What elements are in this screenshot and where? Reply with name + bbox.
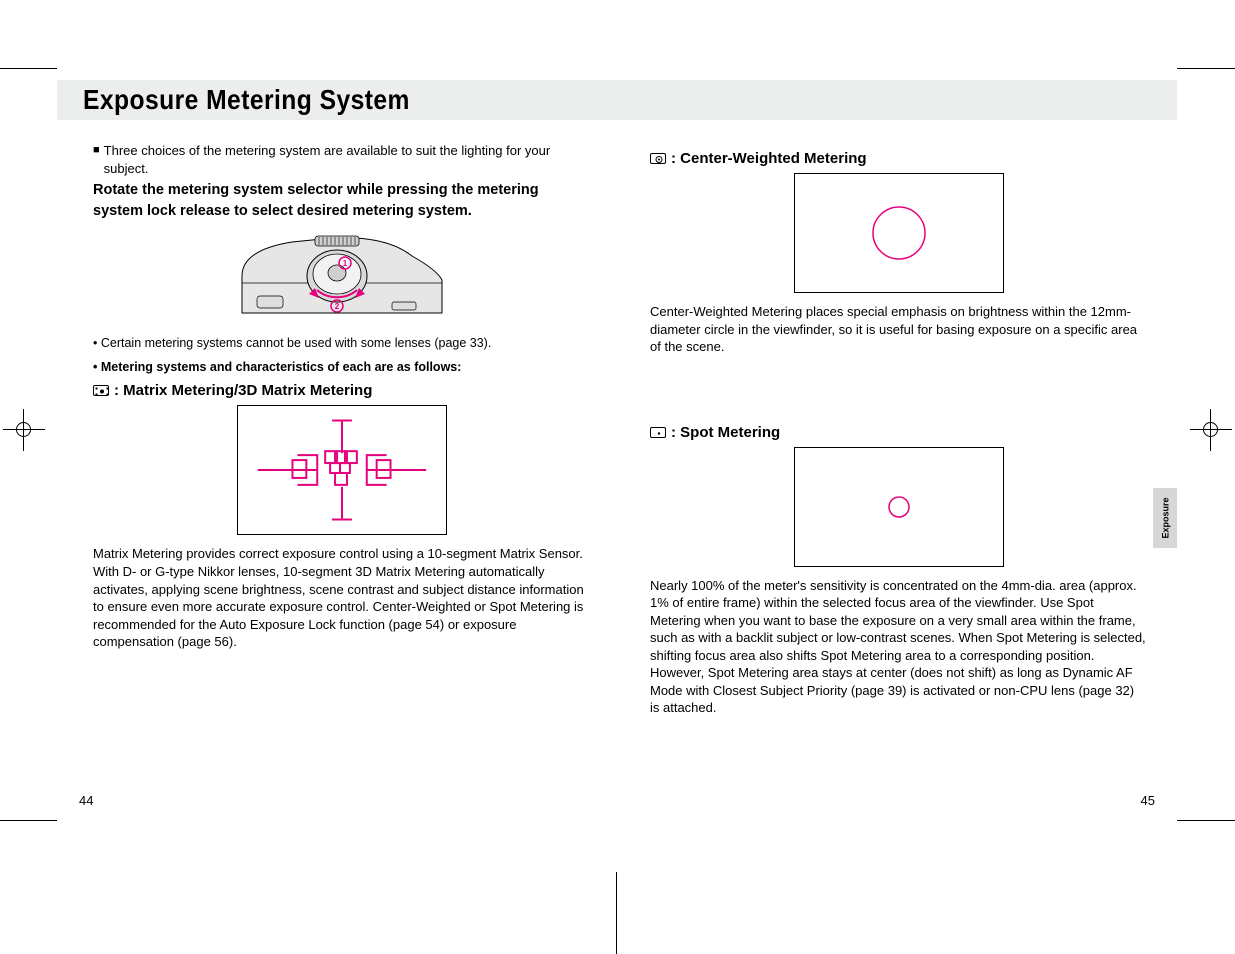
bullet-note: • Certain metering systems cannot be use… bbox=[93, 336, 590, 350]
square-bullet-icon: ■ bbox=[93, 144, 100, 156]
intro-line: Three choices of the metering system are… bbox=[104, 142, 590, 178]
crop-mark bbox=[1177, 820, 1235, 821]
spot-diagram bbox=[794, 447, 1004, 567]
spot-description: Nearly 100% of the meter's sensitivity i… bbox=[650, 577, 1147, 717]
crop-mark bbox=[1177, 68, 1235, 69]
section-tab: Exposure bbox=[1153, 488, 1177, 548]
cw-heading-text: : Center-Weighted Metering bbox=[671, 150, 867, 167]
matrix-description: Matrix Metering provides correct exposur… bbox=[93, 545, 590, 650]
center-weighted-icon bbox=[650, 153, 666, 164]
bullet-note-bold: • Metering systems and characteristics o… bbox=[93, 360, 590, 374]
registration-mark-icon bbox=[9, 415, 39, 445]
header-bar: Exposure Metering System bbox=[57, 80, 1177, 120]
crop-mark bbox=[616, 872, 617, 954]
spot-heading-text: : Spot Metering bbox=[671, 424, 780, 441]
spot-metering-icon bbox=[650, 427, 666, 438]
matrix-metering-icon bbox=[93, 385, 109, 396]
matrix-heading-text: : Matrix Metering/3D Matrix Metering bbox=[114, 382, 372, 399]
registration-mark-icon bbox=[1196, 415, 1226, 445]
page-title: Exposure Metering System bbox=[83, 84, 410, 116]
right-column: : Center-Weighted Metering Center-Weight… bbox=[650, 142, 1147, 717]
crop-mark bbox=[0, 820, 58, 821]
intro-text: ■ Three choices of the metering system a… bbox=[93, 142, 590, 178]
content-columns: ■ Three choices of the metering system a… bbox=[93, 142, 1147, 717]
svg-text:2: 2 bbox=[334, 302, 339, 311]
page-spread: Exposure Metering System ■ Three choices… bbox=[57, 0, 1177, 870]
selector-dial-figure: 1 2 bbox=[237, 228, 447, 328]
matrix-metering-heading: : Matrix Metering/3D Matrix Metering bbox=[93, 382, 590, 399]
spot-metering-heading: : Spot Metering bbox=[650, 424, 1147, 441]
page-number-right: 45 bbox=[1141, 793, 1155, 808]
center-weighted-diagram bbox=[794, 173, 1004, 293]
svg-text:1: 1 bbox=[342, 259, 347, 268]
section-tab-label: Exposure bbox=[1160, 497, 1170, 538]
left-column: ■ Three choices of the metering system a… bbox=[93, 142, 590, 717]
matrix-diagram bbox=[237, 405, 447, 535]
page-number-left: 44 bbox=[79, 793, 93, 808]
center-weighted-heading: : Center-Weighted Metering bbox=[650, 150, 1147, 167]
crop-mark bbox=[0, 68, 58, 69]
instruction-bold: Rotate the metering system selector whil… bbox=[93, 180, 590, 222]
cw-description: Center-Weighted Metering places special … bbox=[650, 303, 1147, 356]
